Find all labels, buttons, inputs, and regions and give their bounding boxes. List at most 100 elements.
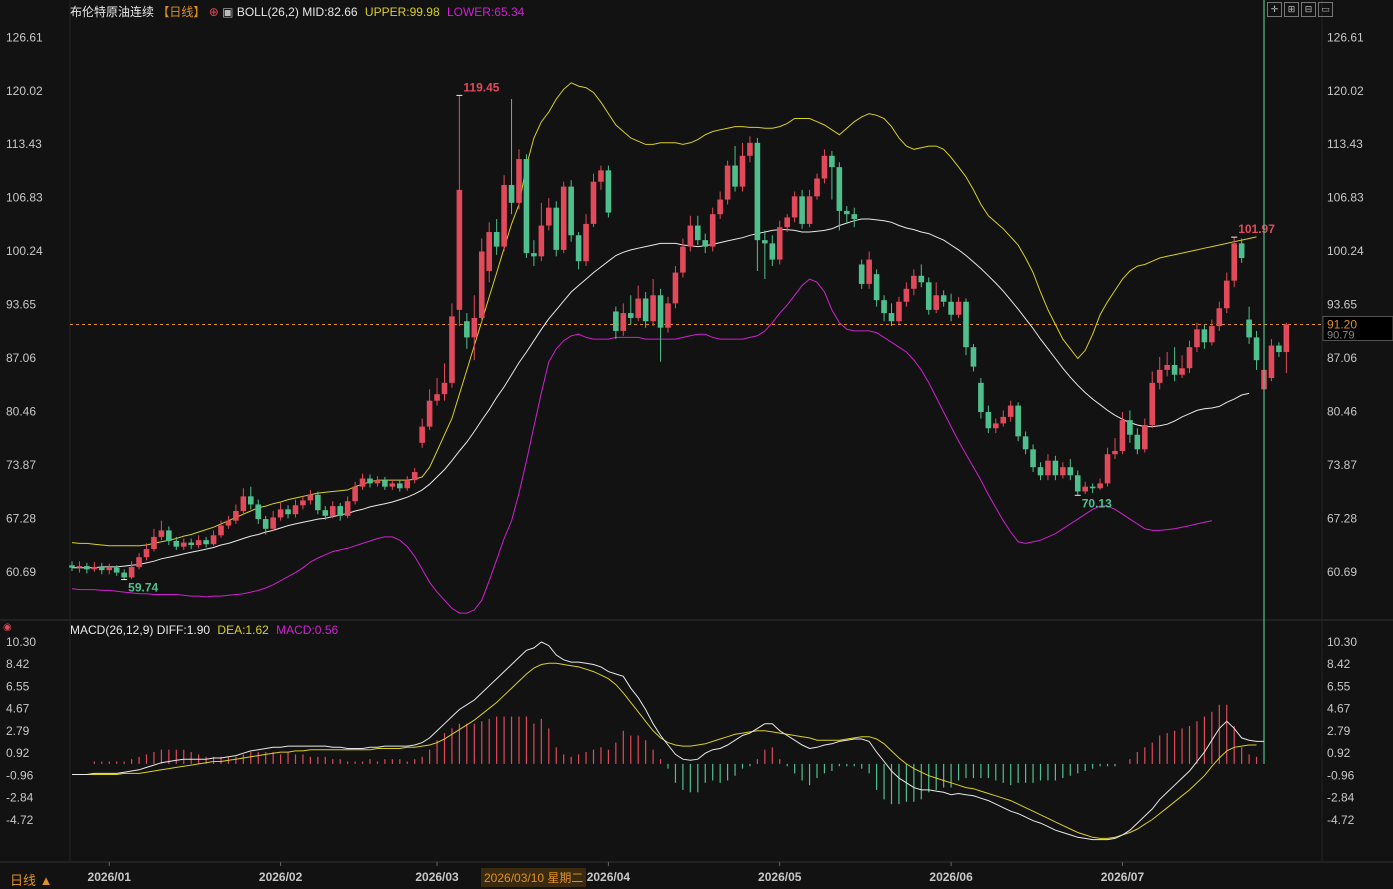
- indicator-icon[interactable]: ▣: [222, 5, 233, 19]
- candle-body: [1164, 365, 1170, 370]
- candle-up: [1283, 322, 1290, 374]
- candle-down: [553, 201, 560, 257]
- candle-body: [382, 480, 388, 487]
- candle-body: [687, 225, 694, 247]
- candle-body: [680, 246, 686, 273]
- candle-up: [1142, 418, 1148, 453]
- price-tick-right: 100.24: [1327, 244, 1364, 258]
- candle-body: [575, 235, 582, 262]
- candle-up: [1060, 462, 1066, 479]
- boll-upper: UPPER:99.98: [364, 5, 440, 19]
- candle-up: [151, 528, 157, 552]
- candle-down: [121, 569, 127, 580]
- period-tag[interactable]: 【日线】: [157, 5, 205, 19]
- candle-up: [180, 538, 187, 550]
- candle-body: [1000, 416, 1007, 424]
- macd-tick-left: 10.30: [6, 635, 36, 649]
- candle-up: [1156, 356, 1163, 390]
- macd-tick-left: 0.92: [6, 746, 30, 760]
- candle-body: [426, 400, 433, 427]
- candle-down: [1089, 483, 1096, 494]
- candle-up: [389, 479, 396, 490]
- candle-body: [322, 510, 329, 516]
- zoom-out-icon[interactable]: ⊟: [1301, 2, 1316, 17]
- fullscreen-icon[interactable]: ▭: [1318, 2, 1333, 17]
- annotation-label: 59.74: [128, 581, 158, 595]
- candle-up: [516, 149, 522, 210]
- candle-down: [762, 230, 768, 280]
- candle-up: [1007, 400, 1014, 422]
- price-tick-right: 120.02: [1327, 84, 1364, 98]
- candle-body: [769, 243, 776, 260]
- macd-label[interactable]: MACD(26,12,9): [70, 623, 153, 637]
- candle-up: [590, 173, 597, 228]
- macd-tick-left: 6.55: [6, 679, 30, 693]
- price-tick-right: 113.43: [1327, 137, 1363, 151]
- candle-down: [1015, 402, 1021, 442]
- diff-line: [72, 641, 1264, 841]
- candle-up: [136, 553, 142, 570]
- candle-body: [255, 504, 262, 520]
- candle-body: [642, 298, 649, 322]
- candle-down: [397, 480, 403, 492]
- candle-body: [84, 566, 90, 570]
- candle-up: [434, 377, 440, 406]
- candle-up: [717, 191, 723, 220]
- candle-body: [1134, 434, 1141, 450]
- period-button[interactable]: 日线 ▲: [10, 870, 52, 889]
- candle-body: [419, 426, 425, 443]
- candle-up: [1149, 371, 1156, 429]
- candle-body: [292, 505, 299, 515]
- candle-body: [955, 301, 962, 315]
- candle-up: [329, 501, 336, 519]
- candle-body: [374, 480, 381, 484]
- candle-down: [531, 240, 537, 267]
- macd-dea: DEA:1.62: [217, 623, 269, 637]
- x-tick-label: 2026/05: [758, 870, 802, 884]
- candle-body: [1149, 382, 1156, 426]
- candle-body: [1030, 449, 1036, 468]
- candle-down: [1037, 462, 1044, 481]
- candle-up: [449, 303, 455, 388]
- candle-body: [933, 295, 939, 310]
- candle-down: [248, 486, 254, 510]
- candle-down: [568, 180, 574, 242]
- candle-body: [449, 316, 455, 383]
- candle-body: [1074, 475, 1081, 492]
- settings-icon[interactable]: ⊕: [209, 5, 219, 19]
- crosshair-icon[interactable]: ✛: [1267, 2, 1282, 17]
- candle-down: [166, 526, 172, 546]
- macd-tick-right: -4.72: [1327, 813, 1355, 827]
- candle-down: [970, 343, 977, 372]
- candle-body: [1007, 405, 1014, 417]
- candle-body: [508, 184, 515, 203]
- candle-down: [203, 536, 209, 548]
- candle-up: [300, 496, 306, 510]
- candle-down: [836, 162, 843, 231]
- candle-body: [136, 557, 142, 567]
- candle-down: [84, 562, 90, 574]
- x-tick-label: 2026/01: [88, 870, 132, 884]
- price-tick-right: 73.87: [1327, 458, 1357, 472]
- candle-body: [851, 214, 858, 220]
- candle-down: [1052, 455, 1059, 481]
- candle-body: [516, 159, 522, 203]
- candle-down: [99, 562, 105, 575]
- macd-toggle-icon[interactable]: ◉: [3, 622, 12, 633]
- candle-body: [1246, 319, 1252, 338]
- candle-body: [963, 301, 969, 348]
- macd-tick-right: 2.79: [1327, 724, 1351, 738]
- candle-down: [702, 233, 709, 254]
- candle-up: [76, 561, 83, 573]
- boll-label[interactable]: BOLL(26,2): [237, 5, 299, 19]
- macd-tick-right: -0.96: [1327, 768, 1355, 782]
- candle-body: [1156, 369, 1163, 383]
- candle-body: [106, 567, 113, 571]
- candle-body: [1283, 324, 1290, 353]
- candle-body: [248, 496, 254, 505]
- zoom-in-icon[interactable]: ⊞: [1284, 2, 1299, 17]
- candle-body: [158, 530, 165, 537]
- macd-tick-left: 8.42: [6, 657, 30, 671]
- candle-body: [471, 317, 478, 338]
- candle-body: [970, 347, 977, 367]
